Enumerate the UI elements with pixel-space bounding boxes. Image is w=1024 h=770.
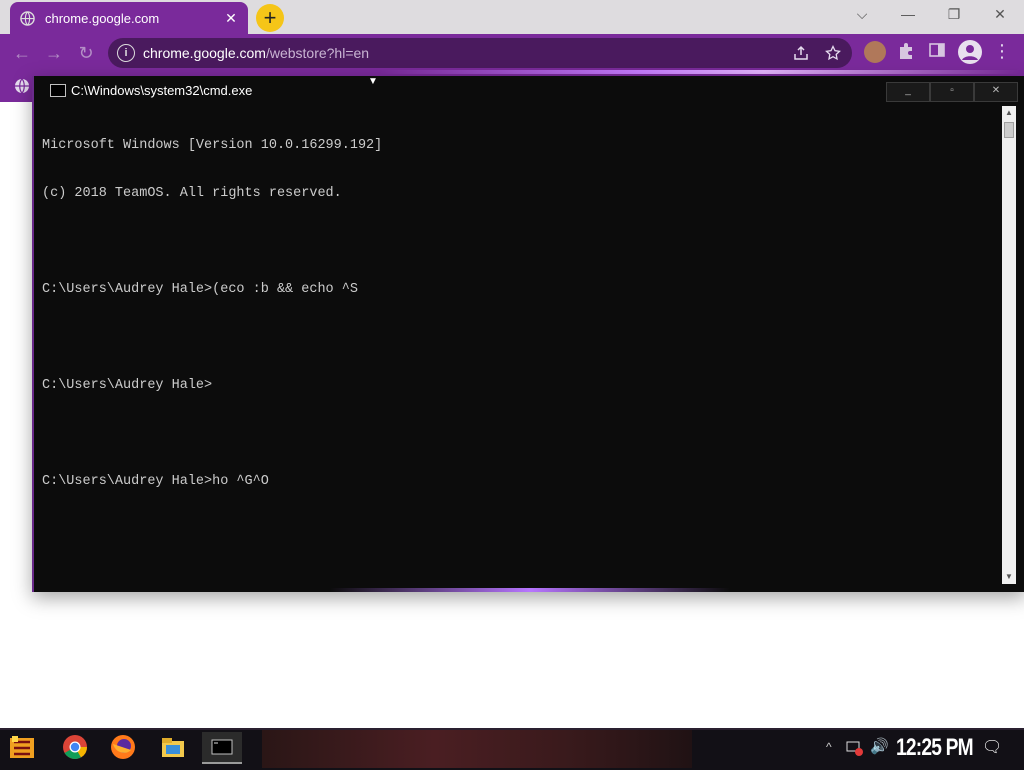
start-logo-icon[interactable]: [6, 732, 38, 764]
volume-icon[interactable]: 🔊: [870, 737, 889, 755]
cmd-titlebar[interactable]: C:\Windows\system32\cmd.exe ▼ _ ▫ ✕: [34, 76, 1024, 104]
resize-caret-icon: ▼: [368, 76, 378, 87]
profile-avatar-icon[interactable]: [958, 40, 982, 64]
tab-title: chrome.google.com: [45, 10, 160, 26]
back-button[interactable]: ←: [10, 42, 34, 64]
console-line: Microsoft Windows [Version 10.0.16299.19…: [42, 138, 383, 153]
close-window-button[interactable]: ✕: [978, 0, 1022, 30]
cmd-icon[interactable]: [202, 732, 242, 764]
console-line: C:\Users\Audrey Hale>: [42, 378, 213, 393]
firefox-icon[interactable]: [108, 732, 140, 764]
reload-button[interactable]: ↻: [74, 42, 98, 64]
scroll-thumb[interactable]: [1004, 122, 1014, 138]
url-path: /webstore?hl=en: [265, 45, 370, 61]
tab-close-icon[interactable]: ✕: [222, 9, 240, 27]
taskbar-wallpaper-art: [262, 730, 692, 768]
console-output[interactable]: Microsoft Windows [Version 10.0.16299.19…: [42, 106, 1002, 582]
tab-strip: chrome.google.com ✕ + ⌵ — ❐ ✕: [0, 0, 1024, 34]
cmd-window[interactable]: C:\Windows\system32\cmd.exe ▼ _ ▫ ✕ Micr…: [32, 76, 1024, 592]
new-tab-button[interactable]: +: [256, 4, 284, 32]
cmd-title: C:\Windows\system32\cmd.exe: [71, 83, 253, 98]
browser-tab[interactable]: chrome.google.com ✕: [10, 2, 248, 34]
forward-button[interactable]: →: [42, 42, 66, 64]
cmd-minimize-button[interactable]: _: [886, 82, 930, 102]
apps-globe-icon[interactable]: [14, 78, 30, 94]
extensions-puzzle-icon[interactable]: [896, 41, 918, 63]
share-icon[interactable]: [792, 45, 810, 63]
file-explorer-icon[interactable]: [158, 732, 190, 764]
cmd-maximize-button[interactable]: ▫: [930, 82, 974, 102]
side-panel-icon[interactable]: [928, 41, 950, 63]
tray-chevron-icon[interactable]: ^: [826, 740, 832, 754]
minimize-button[interactable]: —: [886, 0, 930, 30]
address-bar[interactable]: i chrome.google.com/webstore?hl=en: [108, 38, 852, 68]
tab-search-dropdown-icon[interactable]: ⌵: [840, 0, 884, 30]
cmd-close-button[interactable]: ✕: [974, 82, 1018, 102]
site-info-icon[interactable]: i: [117, 44, 135, 62]
scroll-down-arrow-icon[interactable]: ▼: [1002, 570, 1016, 584]
taskbar-clock[interactable]: 12:25 PM: [896, 734, 974, 762]
bookmark-star-icon[interactable]: [824, 44, 842, 63]
chrome-icon[interactable]: [60, 732, 92, 764]
scroll-up-arrow-icon[interactable]: ▲: [1002, 106, 1016, 120]
url-host: chrome.google.com: [143, 45, 266, 61]
console-line: C:\Users\Audrey Hale>ho ^G^O: [42, 474, 269, 489]
network-error-icon[interactable]: [846, 740, 864, 756]
cmd-app-icon: [50, 84, 66, 97]
restore-button[interactable]: ❐: [932, 0, 976, 30]
console-line: (c) 2018 TeamOS. All rights reserved.: [42, 186, 342, 201]
browser-toolbar: ← → ↻ i chrome.google.com/webstore?hl=en…: [0, 34, 1024, 72]
purple-glow-decoration: [330, 588, 730, 592]
purple-glow-decoration: [380, 70, 1020, 74]
menu-kebab-icon[interactable]: ⋮: [992, 41, 1012, 63]
extension-avatar-icon[interactable]: [864, 41, 886, 63]
globe-icon: [20, 10, 35, 26]
console-line: C:\Users\Audrey Hale>(eco :b && echo ^S: [42, 282, 358, 297]
vertical-scrollbar[interactable]: ▲ ▼: [1002, 106, 1016, 584]
notifications-icon[interactable]: 🗨: [982, 737, 1002, 757]
